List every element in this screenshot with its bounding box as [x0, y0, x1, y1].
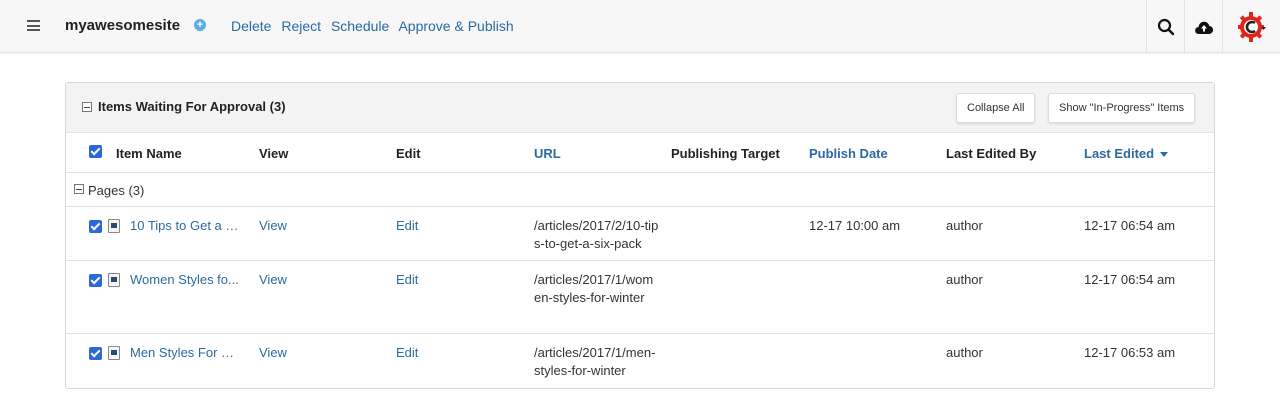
table-row: Women Styles fo... View Edit /articles/2… [66, 261, 1214, 334]
last-edited-by-cell: author [946, 345, 983, 360]
col-view: View [259, 146, 289, 161]
toolbar-tools [1146, 0, 1280, 53]
search-icon[interactable] [1146, 0, 1184, 53]
group-label: Pages (3) [88, 183, 145, 198]
col-publish-date[interactable]: Publish Date [809, 146, 888, 161]
item-name-link[interactable]: 10 Tips to Get a S... [130, 217, 242, 235]
view-link[interactable]: View [259, 271, 287, 289]
table-row: 10 Tips to Get a S... View Edit /article… [66, 207, 1214, 261]
col-last-edited-label: Last Edited [1084, 146, 1155, 161]
last-edited-cell: 12-17 06:54 am [1084, 218, 1176, 233]
last-edited-by-cell: author [946, 218, 983, 233]
group-collapse-toggle[interactable] [74, 184, 84, 194]
add-site-icon[interactable]: + [194, 19, 206, 31]
select-all-checkbox[interactable] [89, 145, 102, 158]
site-name[interactable]: myawesomesite [65, 17, 180, 34]
last-edited-cell: 12-17 06:53 am [1084, 345, 1176, 360]
col-last-edited[interactable]: Last Edited [1084, 146, 1169, 161]
url-cell: /articles/2017/1/women-styles-for-winter [534, 272, 654, 305]
reject-link[interactable]: Reject [281, 18, 321, 34]
row-checkbox[interactable] [89, 274, 102, 287]
panel-collapse-toggle[interactable] [82, 102, 92, 112]
edit-link[interactable]: Edit [396, 271, 418, 289]
edit-link[interactable]: Edit [396, 344, 418, 362]
url-cell: /articles/2017/2/10-tips-to-get-a-six-pa… [534, 218, 659, 251]
last-edited-by-cell: author [946, 272, 983, 287]
collapse-all-button[interactable]: Collapse All [956, 93, 1036, 123]
page-icon [108, 273, 120, 287]
sort-caret-icon [1160, 152, 1169, 158]
url-cell: /articles/2017/1/men-styles-for-winter [534, 345, 656, 378]
col-last-edited-by: Last Edited By [946, 146, 1037, 161]
view-link[interactable]: View [259, 217, 287, 235]
table-header: Item Name View Edit URL Publishing Targe… [66, 133, 1214, 173]
row-checkbox[interactable] [89, 347, 102, 360]
top-navigation-bar: myawesomesite + Delete Reject Schedule A… [0, 0, 1280, 53]
group-row-pages: Pages (3) [66, 173, 1214, 207]
approve-publish-link[interactable]: Approve & Publish [398, 18, 513, 34]
page-icon [108, 346, 120, 360]
panel-title: Items Waiting For Approval (3) [98, 99, 286, 114]
page-icon [108, 219, 120, 233]
item-name-link[interactable]: Women Styles fo... [130, 271, 242, 289]
col-publishing-target: Publishing Target [671, 146, 780, 161]
edit-link[interactable]: Edit [396, 217, 418, 235]
last-edited-cell: 12-17 06:54 am [1084, 272, 1176, 287]
workflow-actions: Delete Reject Schedule Approve & Publish [231, 18, 520, 34]
row-checkbox[interactable] [89, 220, 102, 233]
col-item-name: Item Name [116, 146, 182, 161]
hamburger-menu-icon[interactable] [27, 20, 40, 31]
item-name-link[interactable]: Men Styles For W... [130, 344, 242, 362]
schedule-link[interactable]: Schedule [331, 18, 389, 34]
table-row: Men Styles For W... View Edit /articles/… [66, 334, 1214, 388]
view-link[interactable]: View [259, 344, 287, 362]
approval-panel: Items Waiting For Approval (3) Collapse … [65, 82, 1215, 389]
crafter-logo[interactable] [1222, 0, 1280, 53]
panel-header: Items Waiting For Approval (3) Collapse … [66, 83, 1214, 133]
col-url[interactable]: URL [534, 146, 561, 161]
delete-link[interactable]: Delete [231, 18, 271, 34]
show-in-progress-button[interactable]: Show "In-Progress" Items [1048, 93, 1196, 123]
cloud-upload-icon[interactable] [1184, 0, 1222, 53]
publish-date-cell: 12-17 10:00 am [809, 218, 901, 233]
col-edit: Edit [396, 146, 421, 161]
